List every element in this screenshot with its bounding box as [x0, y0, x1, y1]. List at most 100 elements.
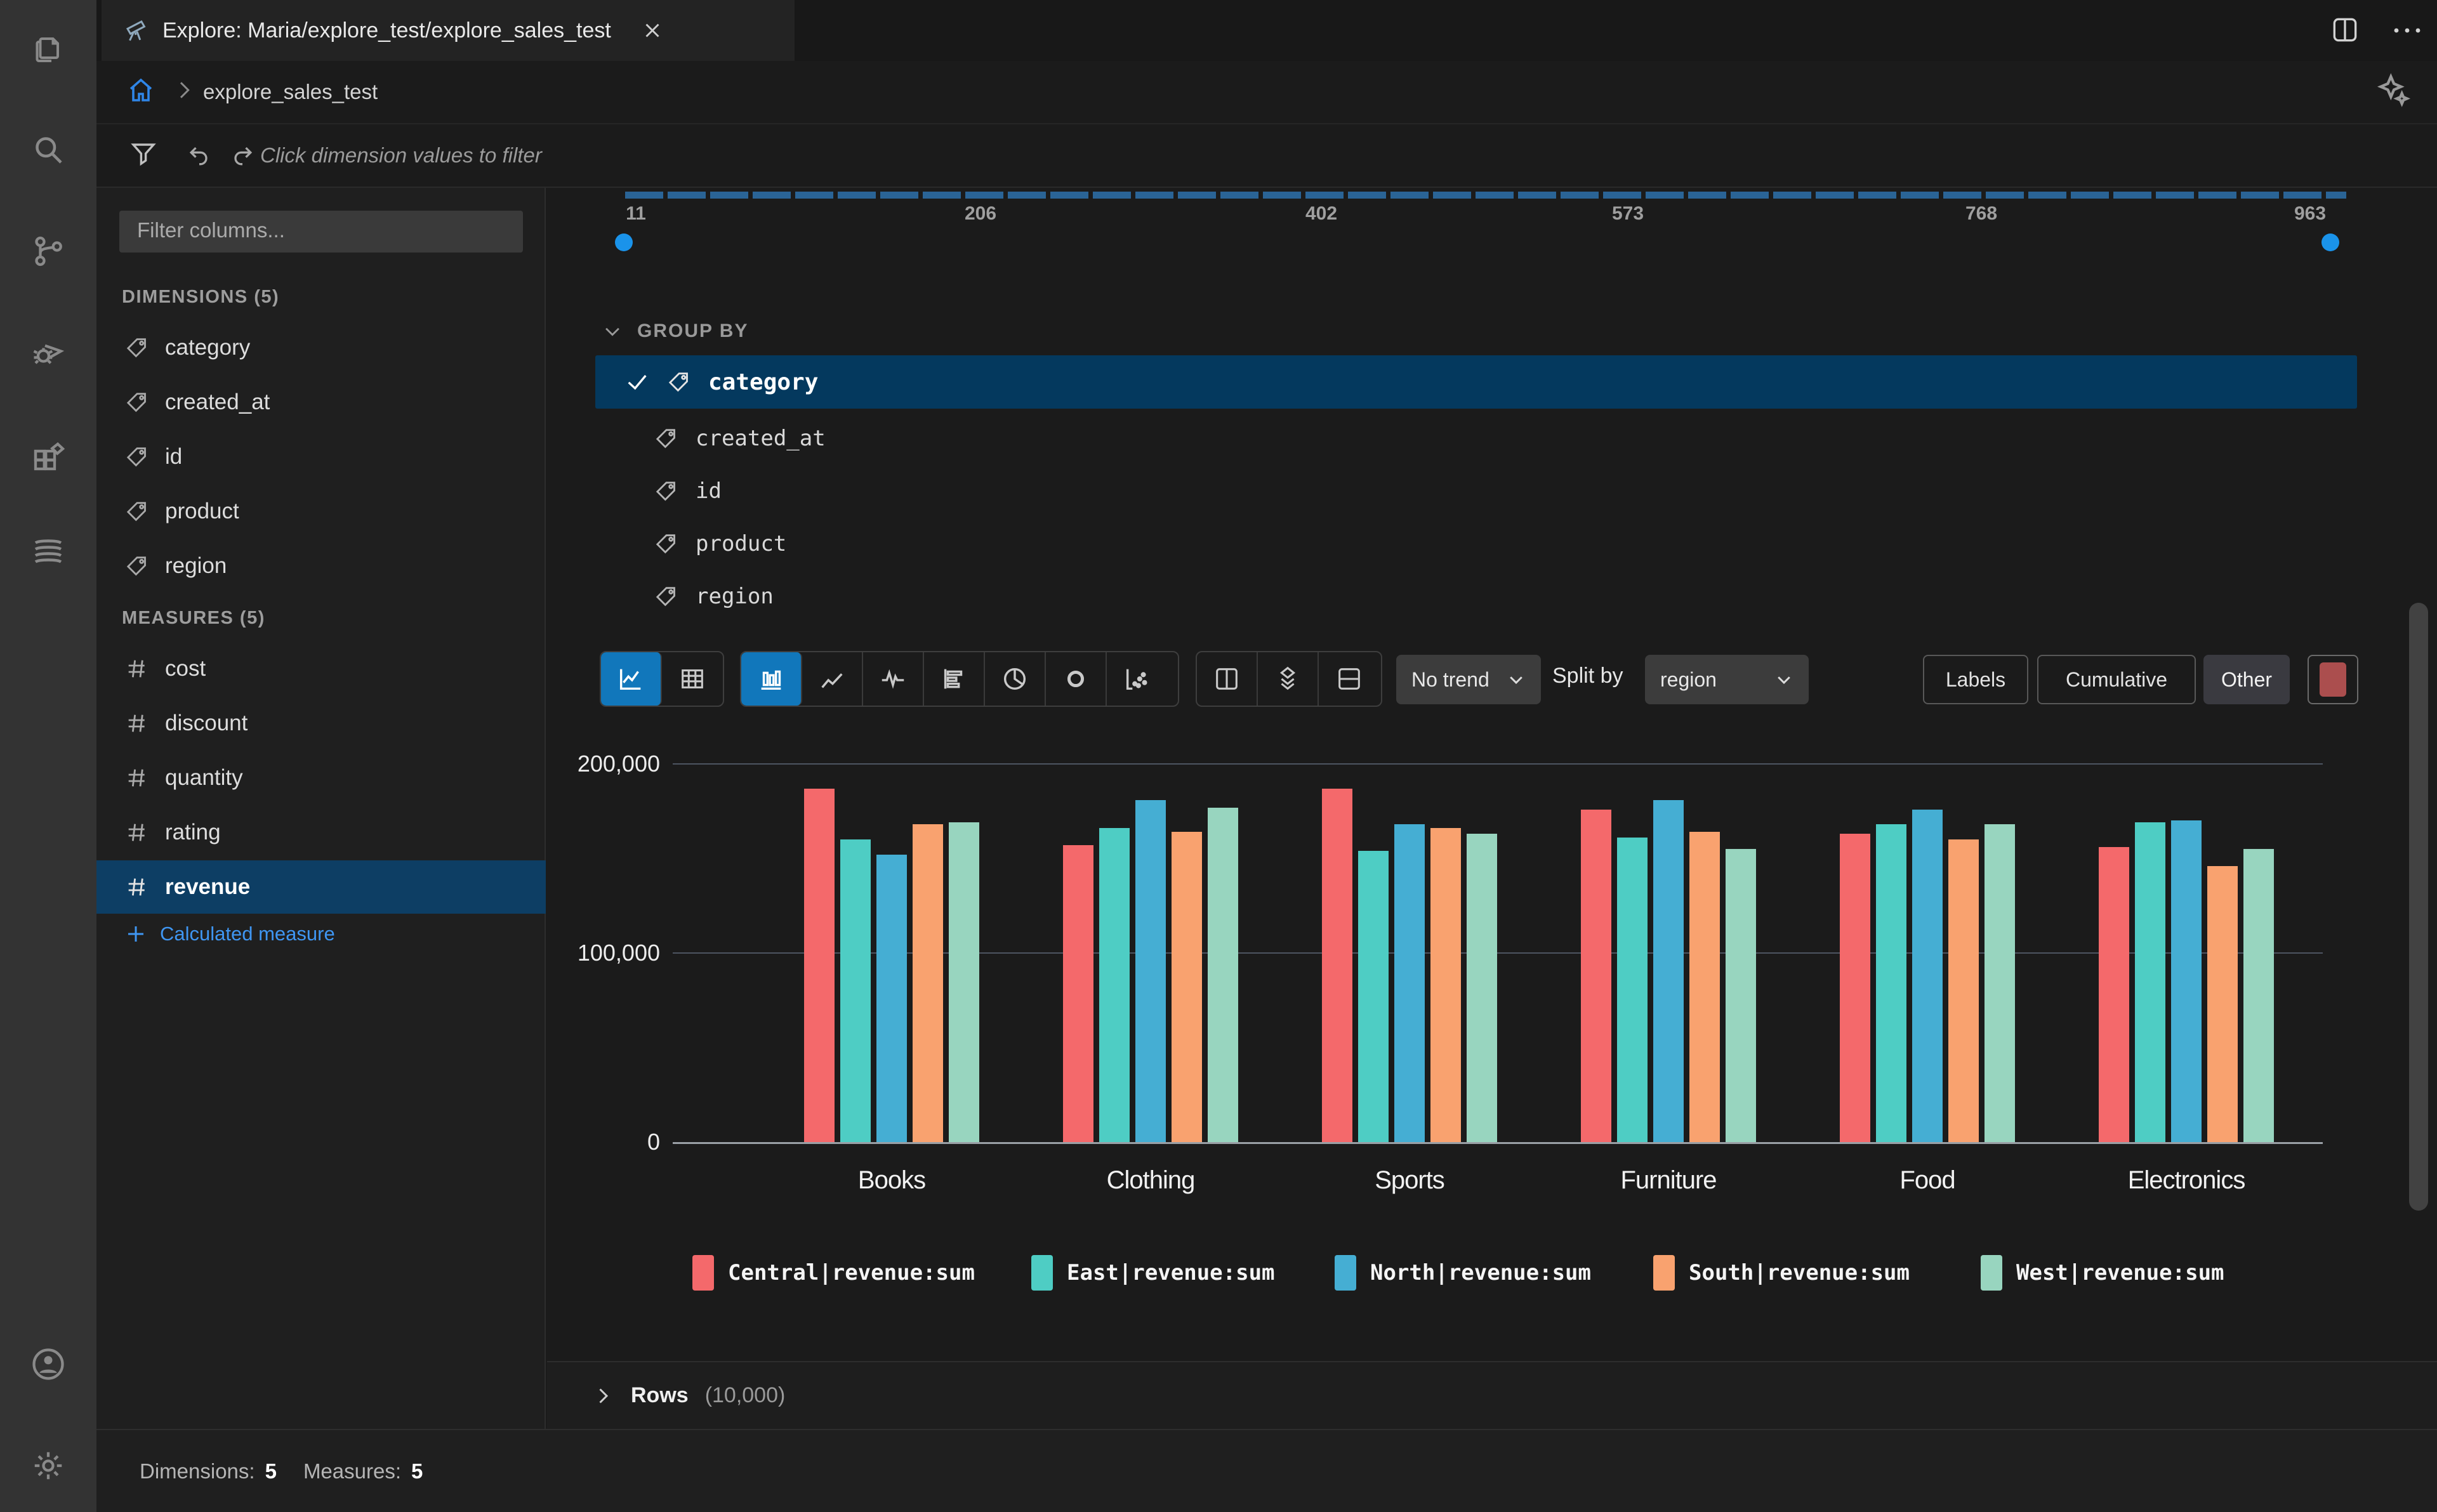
bar-Furniture-Central[interactable]: [1581, 809, 1611, 1142]
donut-chart-icon[interactable]: [1046, 652, 1107, 706]
filter-columns-input[interactable]: Filter columns...: [119, 211, 523, 253]
layers-icon[interactable]: [1258, 652, 1319, 706]
sparkles-icon[interactable]: [2372, 70, 2413, 110]
bar-Furniture-East[interactable]: [1617, 838, 1648, 1142]
close-icon[interactable]: [640, 18, 664, 43]
line-chart-icon[interactable]: [802, 652, 863, 706]
group-by-item-label: region: [696, 584, 774, 609]
bar-Clothing-Central[interactable]: [1063, 845, 1093, 1142]
range-slider-right-handle[interactable]: [2321, 233, 2339, 251]
bar-Clothing-North[interactable]: [1135, 799, 1166, 1142]
bar-Furniture-North[interactable]: [1653, 799, 1684, 1142]
group-by-item-product[interactable]: product: [654, 518, 786, 569]
legend-item-East[interactable]: East|revenue:sum: [1031, 1255, 1275, 1291]
tab-explore[interactable]: Explore: Maria/explore_test/explore_sale…: [102, 0, 795, 61]
bar-Sports-Central[interactable]: [1322, 788, 1352, 1142]
dimension-item-category[interactable]: category: [96, 321, 546, 374]
bar-Food-East[interactable]: [1876, 824, 1906, 1142]
dimension-item-id[interactable]: id: [96, 430, 546, 483]
breadcrumb-item[interactable]: explore_sales_test: [203, 80, 378, 104]
source-control-icon[interactable]: [29, 232, 67, 270]
range-histogram-strip[interactable]: [625, 192, 2346, 199]
account-icon[interactable]: [29, 1345, 67, 1383]
split-by-select[interactable]: region: [1645, 655, 1809, 704]
measure-item-discount[interactable]: discount: [96, 697, 546, 750]
group-by-item-selected[interactable]: category: [595, 355, 2357, 409]
bar-Food-North[interactable]: [1912, 809, 1943, 1142]
pie-chart-icon[interactable]: [985, 652, 1046, 706]
group-by-item-created_at[interactable]: created_at: [654, 413, 826, 464]
bar-Furniture-West[interactable]: [1726, 849, 1756, 1142]
dimension-item-region[interactable]: region: [96, 539, 546, 593]
funnel-icon[interactable]: [128, 138, 159, 169]
database-icon[interactable]: [29, 532, 67, 570]
tag-icon: [124, 444, 150, 470]
bar-Clothing-West[interactable]: [1208, 807, 1238, 1142]
bar-Electronics-West[interactable]: [2243, 849, 2274, 1142]
extensions-icon[interactable]: [29, 435, 67, 473]
pulse-chart-icon[interactable]: [863, 652, 924, 706]
bar-Books-East[interactable]: [840, 839, 871, 1142]
bar-Electronics-East[interactable]: [2135, 822, 2165, 1142]
group-by-item-id[interactable]: id: [654, 466, 722, 516]
undo-icon[interactable]: [185, 141, 213, 169]
trend-select[interactable]: No trend: [1396, 655, 1541, 704]
color-swatch-button[interactable]: [2308, 655, 2358, 704]
measure-item-revenue[interactable]: revenue: [96, 860, 546, 914]
labels-button[interactable]: Labels: [1923, 655, 2028, 704]
scatter-chart-icon[interactable]: [1107, 652, 1168, 706]
bar-Clothing-South[interactable]: [1172, 832, 1202, 1142]
bar-Sports-West[interactable]: [1467, 834, 1497, 1142]
bar-Electronics-South[interactable]: [2207, 865, 2238, 1142]
sidebar: Filter columns... DIMENSIONS (5) categor…: [96, 188, 546, 1429]
x-axis-line: [673, 1142, 2323, 1144]
horizontal-bar-icon[interactable]: [924, 652, 985, 706]
other-button[interactable]: Other: [2203, 655, 2290, 704]
bar-Clothing-East[interactable]: [1099, 828, 1130, 1142]
bar-Food-South[interactable]: [1948, 839, 1979, 1142]
run-debug-icon[interactable]: [29, 334, 67, 372]
split-rows-icon[interactable]: [1319, 652, 1380, 706]
dimension-item-created_at[interactable]: created_at: [96, 376, 546, 429]
bar-Books-Central[interactable]: [804, 788, 835, 1142]
more-actions-icon[interactable]: [2391, 23, 2423, 38]
bar-Furniture-South[interactable]: [1689, 832, 1720, 1142]
table-view-icon[interactable]: [662, 652, 723, 706]
bar-Food-Central[interactable]: [1840, 834, 1870, 1142]
home-icon[interactable]: [126, 75, 156, 105]
settings-gear-icon[interactable]: [29, 1447, 67, 1485]
files-icon[interactable]: [29, 29, 67, 67]
legend-item-Central[interactable]: Central|revenue:sum: [692, 1255, 975, 1291]
legend-swatch: [692, 1255, 714, 1291]
redo-icon[interactable]: [228, 141, 256, 169]
chart-view-icon[interactable]: [601, 652, 662, 706]
vertical-scrollbar[interactable]: [2409, 603, 2428, 1211]
bar-Electronics-Central[interactable]: [2099, 847, 2129, 1142]
bar-chart-icon[interactable]: [741, 652, 802, 706]
cumulative-button[interactable]: Cumulative: [2037, 655, 2196, 704]
legend-item-West[interactable]: West|revenue:sum: [1981, 1255, 2224, 1291]
split-editor-icon[interactable]: [2329, 14, 2361, 46]
calculated-measure-button[interactable]: Calculated measure: [124, 923, 335, 945]
legend-item-North[interactable]: North|revenue:sum: [1335, 1255, 1591, 1291]
bar-Food-West[interactable]: [1985, 824, 2015, 1142]
hash-icon: [124, 765, 150, 791]
legend-item-South[interactable]: South|revenue:sum: [1653, 1255, 1910, 1291]
range-slider-left-handle[interactable]: [615, 233, 633, 251]
search-icon[interactable]: [29, 131, 67, 169]
measure-item-quantity[interactable]: quantity: [96, 751, 546, 805]
dimension-item-product[interactable]: product: [96, 485, 546, 538]
bar-Books-North[interactable]: [876, 855, 907, 1142]
bar-Books-South[interactable]: [913, 824, 943, 1142]
bar-Electronics-North[interactable]: [2171, 820, 2202, 1142]
group-by-item-region[interactable]: region: [654, 571, 774, 622]
bar-Sports-East[interactable]: [1358, 851, 1389, 1142]
bar-Books-West[interactable]: [949, 822, 979, 1142]
bar-Sports-South[interactable]: [1430, 828, 1461, 1142]
bar-Sports-North[interactable]: [1394, 824, 1425, 1142]
measure-item-rating[interactable]: rating: [96, 806, 546, 859]
split-columns-icon[interactable]: [1197, 652, 1258, 706]
rows-section-header[interactable]: Rows (10,000): [547, 1361, 2437, 1429]
group-by-header[interactable]: GROUP BY: [602, 320, 748, 342]
measure-item-cost[interactable]: cost: [96, 642, 546, 695]
